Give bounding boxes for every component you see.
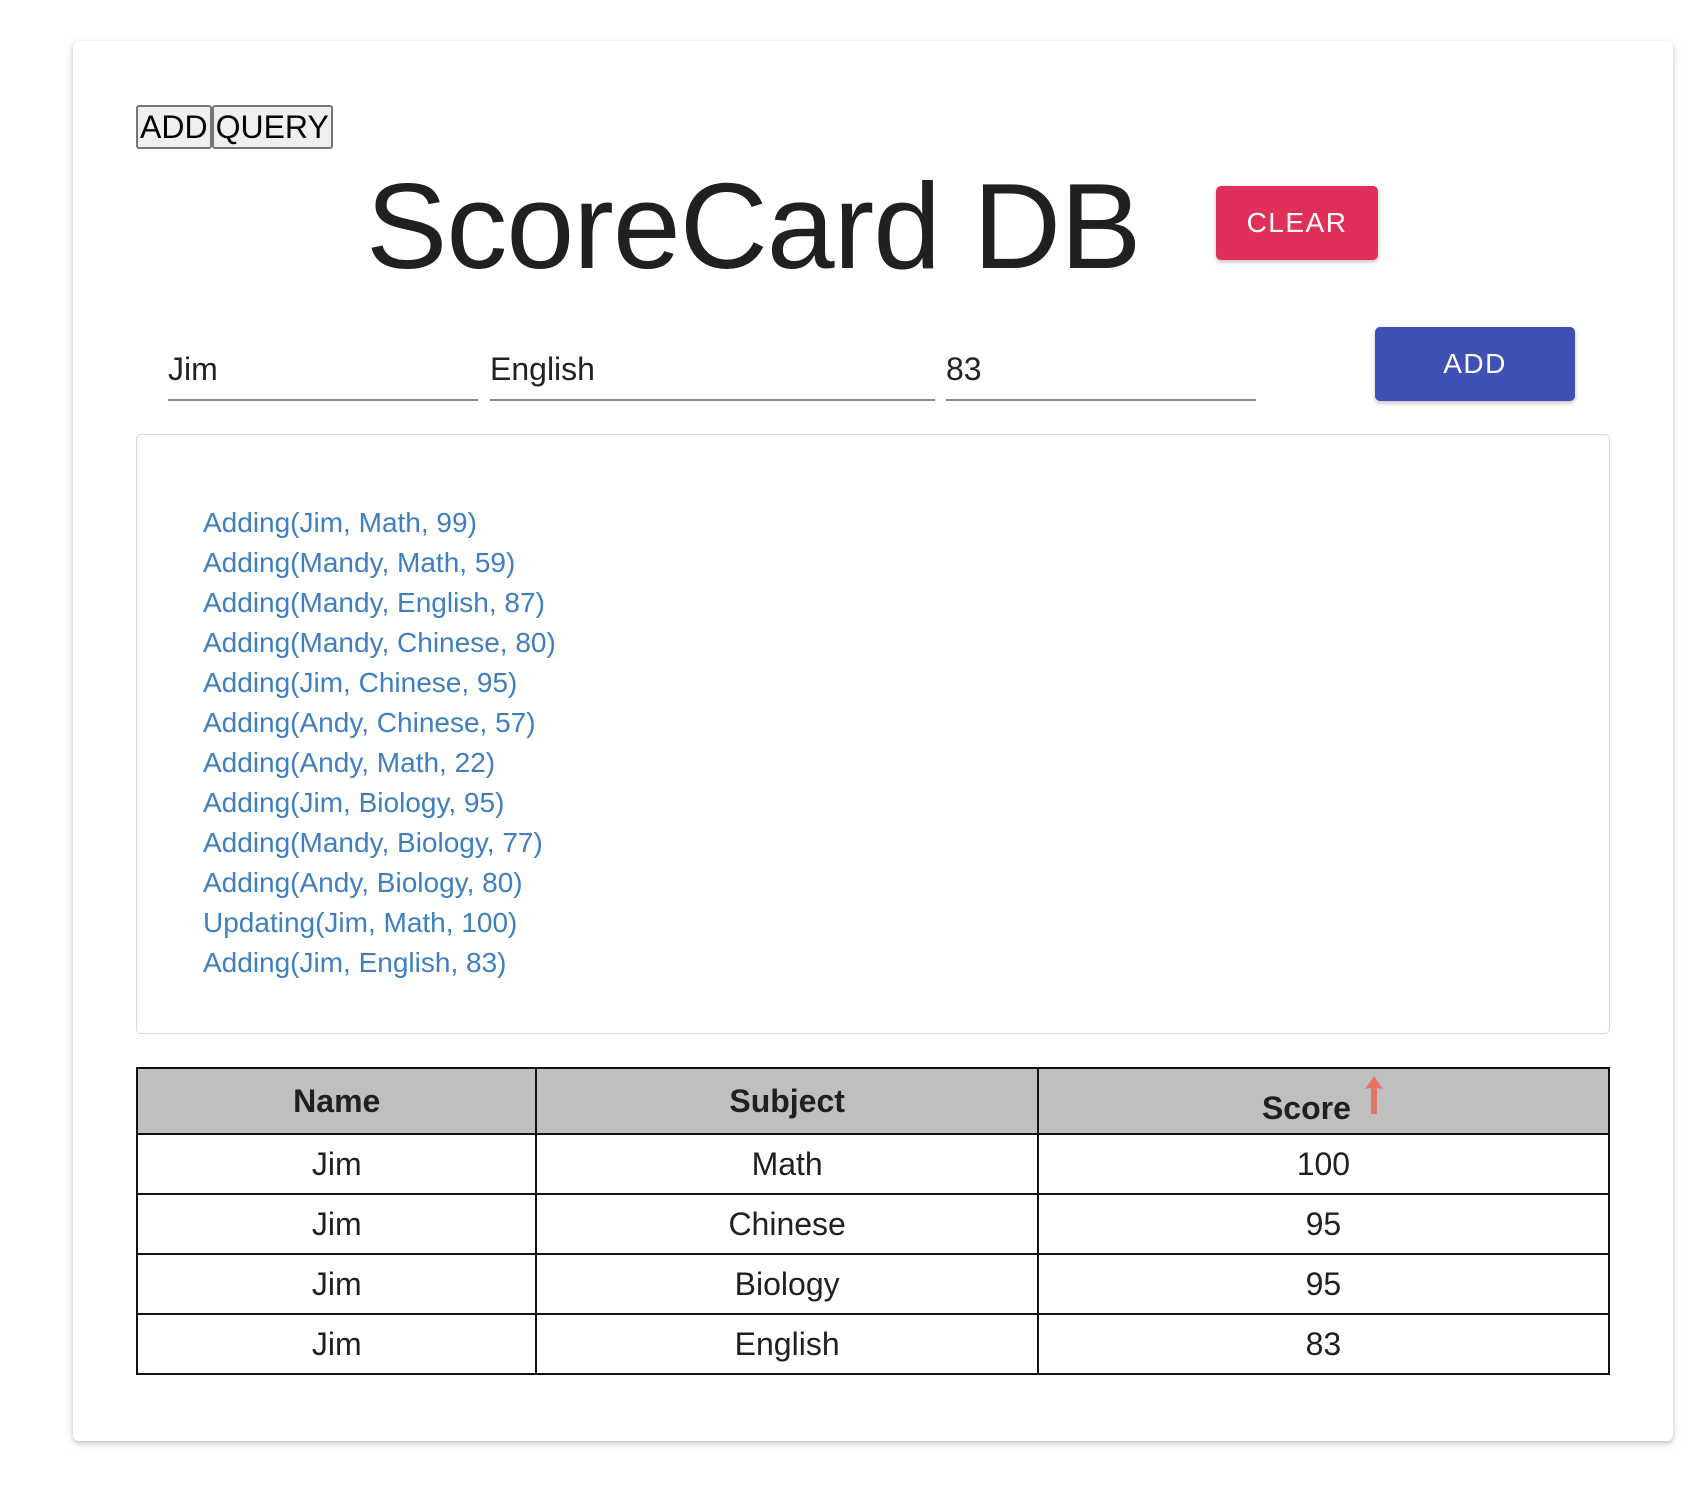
- table-row: Jim Math 100: [135, 1133, 1611, 1195]
- name-cell: Jim: [135, 1193, 538, 1255]
- subject-cell: Chinese: [535, 1193, 1039, 1255]
- subject-header-label: Subject: [729, 1082, 845, 1119]
- table-header-row: Name Subject Score: [135, 1067, 1611, 1135]
- name-field[interactable]: [168, 341, 478, 397]
- table-row: Jim Biology 95: [135, 1253, 1611, 1315]
- add-button[interactable]: ADD: [1375, 327, 1575, 401]
- name-cell: Jim: [135, 1313, 538, 1375]
- score-cell: 95: [1036, 1193, 1611, 1255]
- score-cell: 95: [1036, 1253, 1611, 1315]
- log-entry: Adding(Mandy, Chinese, 80): [203, 627, 556, 658]
- log-entry: Adding(Jim, English, 83): [203, 947, 507, 978]
- arrow-up-icon[interactable]: [1363, 1075, 1385, 1123]
- query-mode-button[interactable]: QUERY: [211, 105, 333, 149]
- page-title: ScoreCard DB: [366, 158, 1142, 294]
- log-entry: Adding(Mandy, English, 87): [203, 587, 545, 618]
- scorecard-panel: ADD QUERY ScoreCard DB CLEAR ADD Adding(…: [73, 41, 1673, 1441]
- score-field-wrapper: [946, 341, 1256, 401]
- name-cell: Jim: [135, 1133, 538, 1195]
- name-cell: Jim: [135, 1253, 538, 1315]
- score-cell: 100: [1036, 1133, 1611, 1195]
- score-cell: 83: [1036, 1313, 1611, 1375]
- table-row: Jim English 83: [135, 1313, 1611, 1375]
- activity-log: Adding(Jim, Math, 99) Adding(Mandy, Math…: [136, 434, 1610, 1034]
- subject-column-header[interactable]: Subject: [535, 1067, 1039, 1135]
- log-entry: Adding(Mandy, Biology, 77): [203, 827, 543, 858]
- log-entry: Adding(Andy, Biology, 80): [203, 867, 523, 898]
- log-entry: Adding(Andy, Math, 22): [203, 747, 496, 778]
- subject-field[interactable]: [490, 341, 935, 397]
- score-field[interactable]: [946, 341, 1256, 397]
- log-entry: Adding(Mandy, Math, 59): [203, 547, 516, 578]
- subject-field-wrapper: [490, 341, 935, 401]
- subject-cell: English: [535, 1313, 1039, 1375]
- scores-table: Name Subject Score Jim Math 100 Jim Chin…: [135, 1067, 1611, 1375]
- name-header-label: Name: [293, 1082, 381, 1119]
- clear-button[interactable]: CLEAR: [1216, 186, 1378, 260]
- subject-cell: Biology: [535, 1253, 1039, 1315]
- subject-cell: Math: [535, 1133, 1039, 1195]
- score-column-header[interactable]: Score: [1036, 1067, 1611, 1135]
- log-entry: Adding(Jim, Chinese, 95): [203, 667, 518, 698]
- table-row: Jim Chinese 95: [135, 1193, 1611, 1255]
- name-field-wrapper: [168, 341, 478, 401]
- log-entry: Updating(Jim, Math, 100): [203, 907, 518, 938]
- log-entry: Adding(Jim, Math, 99): [203, 507, 477, 538]
- log-entry: Adding(Jim, Biology, 95): [203, 787, 505, 818]
- name-column-header[interactable]: Name: [135, 1067, 538, 1135]
- log-entry: Adding(Andy, Chinese, 57): [203, 707, 536, 738]
- add-mode-button[interactable]: ADD: [136, 105, 212, 149]
- mode-tabs: ADD QUERY: [136, 105, 333, 149]
- score-header-label: Score: [1261, 1090, 1351, 1126]
